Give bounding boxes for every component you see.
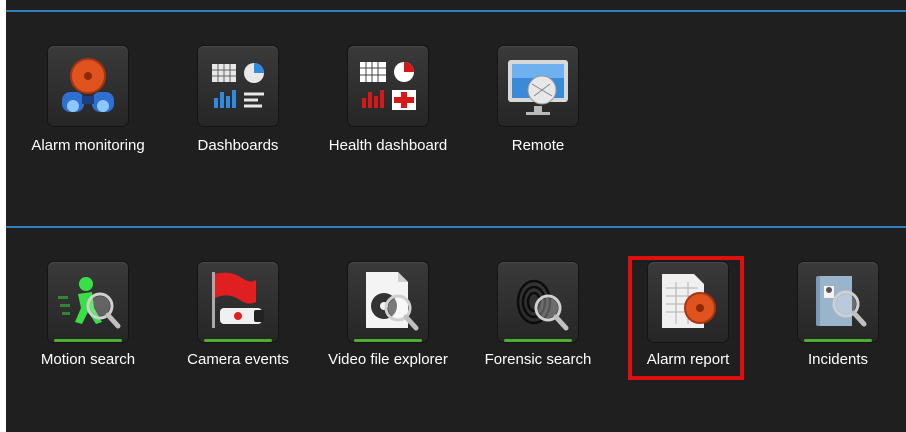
health-dashboard-icon bbox=[348, 46, 428, 126]
task-health-dashboard[interactable]: Health dashboard bbox=[318, 12, 458, 154]
video-file-explorer-icon bbox=[348, 262, 428, 342]
forensic-search-icon bbox=[498, 262, 578, 342]
task-forensic-search[interactable]: Forensic search bbox=[468, 228, 608, 368]
tasks-panel: Alarm monitoring Dashboards Health dashb… bbox=[6, 0, 906, 432]
alarm-monitoring-icon bbox=[48, 46, 128, 126]
alarm-report-icon bbox=[648, 262, 728, 342]
bottom-task-group: Motion search Camera events Video file e… bbox=[6, 228, 906, 432]
task-alarm-report[interactable]: Alarm report bbox=[618, 228, 758, 368]
task-incidents[interactable]: Incidents bbox=[768, 228, 906, 368]
camera-events-icon bbox=[198, 262, 278, 342]
task-alarm-monitoring[interactable]: Alarm monitoring bbox=[18, 12, 158, 154]
task-dashboards[interactable]: Dashboards bbox=[168, 12, 308, 154]
dashboards-icon bbox=[198, 46, 278, 126]
task-camera-events[interactable]: Camera events bbox=[168, 228, 308, 368]
motion-search-icon bbox=[48, 262, 128, 342]
task-remote[interactable]: Remote bbox=[468, 12, 608, 154]
top-task-group: Alarm monitoring Dashboards Health dashb… bbox=[6, 12, 906, 226]
task-motion-search[interactable]: Motion search bbox=[18, 228, 158, 368]
task-label: Remote bbox=[511, 137, 565, 154]
task-label: Incidents bbox=[807, 351, 869, 368]
incidents-icon bbox=[798, 262, 878, 342]
remote-icon bbox=[498, 46, 578, 126]
task-video-file-explorer[interactable]: Video file explorer bbox=[318, 228, 458, 368]
